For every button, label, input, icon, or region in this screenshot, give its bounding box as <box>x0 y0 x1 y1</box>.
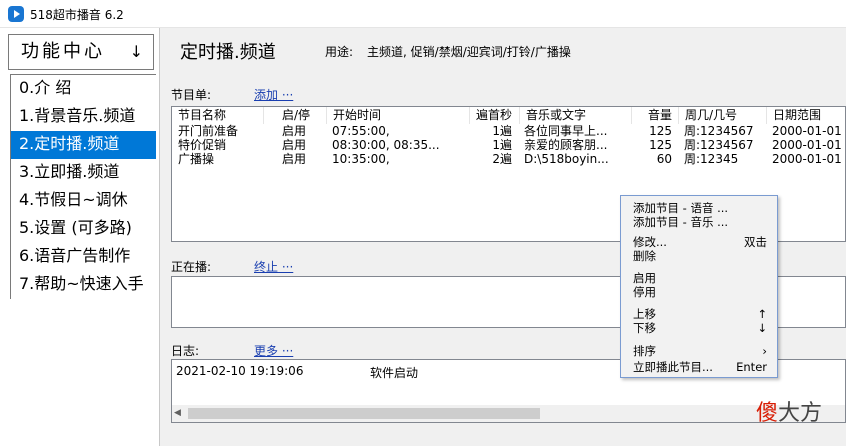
stop-link[interactable]: 终止 ··· <box>254 258 293 275</box>
column-header-name[interactable]: 节目名称 <box>172 107 264 124</box>
cell-repeat: 1遍 <box>492 124 512 138</box>
cell-days: 周:1234567 <box>684 124 754 138</box>
context-menu: 添加节目 - 语音 ... 添加节目 - 音乐 ... 修改... 双击 删除 … <box>620 195 778 378</box>
log-horizontal-scrollbar[interactable]: ◀ <box>172 405 845 422</box>
menu-add-music-program[interactable]: 添加节目 - 音乐 ... <box>633 215 728 229</box>
menu-item-help[interactable]: 7.帮助~快速入手 <box>11 271 156 299</box>
cell-name: 广播操 <box>178 152 215 166</box>
arrow-down-icon: ↓ <box>757 321 767 335</box>
arrow-up-icon: ↑ <box>757 307 767 321</box>
cell-content: 各位同事早上... <box>524 124 608 138</box>
title-bar: 518超市播音 6.2 <box>0 0 846 28</box>
usage-label: 用途: <box>325 45 354 59</box>
app-icon <box>8 6 24 22</box>
menu-delete[interactable]: 删除 <box>633 249 656 263</box>
table-row[interactable]: 特价促销 启用 08:30:00, 08:35... 1遍 亲爱的顾客朋... … <box>172 138 845 152</box>
cell-volume: 125 <box>649 138 672 152</box>
watermark-rest: 大方 <box>778 401 823 426</box>
menu-item-settings[interactable]: 5.设置 (可多路) <box>11 215 156 243</box>
window-title: 518超市播音 6.2 <box>30 8 124 22</box>
table-row[interactable]: 广播操 启用 10:35:00, 2遍 D:\518boyin... 60 周:… <box>172 152 845 166</box>
log-label: 日志: <box>171 344 200 358</box>
menu-sort[interactable]: 排序 <box>633 344 656 358</box>
menu-disable[interactable]: 停用 <box>633 285 656 299</box>
submenu-arrow-icon: › <box>762 344 767 358</box>
cell-days: 周:1234567 <box>684 138 754 152</box>
cell-start-time: 07:55:00, <box>332 124 390 138</box>
menu-add-voice-program[interactable]: 添加节目 - 语音 ... <box>633 201 728 215</box>
cell-start-time: 08:30:00, 08:35... <box>332 138 440 152</box>
cell-name: 开门前准备 <box>178 124 239 138</box>
program-list-label: 节目单: <box>171 88 212 102</box>
cell-content: 亲爱的顾客朋... <box>524 138 608 152</box>
menu-item-voice-ad[interactable]: 6.语音广告制作 <box>11 243 156 271</box>
log-entry-message: 软件启动 <box>370 366 419 380</box>
menu-item-background-music[interactable]: 1.背景音乐.频道 <box>11 103 156 131</box>
usage-line: 用途: 主频道, 促销/禁烟/迎宾词/打铃/广播操 <box>325 43 571 60</box>
column-header-status[interactable]: 启/停 <box>264 107 327 124</box>
cell-repeat: 2遍 <box>492 152 512 166</box>
scroll-left-icon[interactable]: ◀ <box>174 408 181 418</box>
cell-status: 启用 <box>282 152 307 166</box>
now-playing-label: 正在播: <box>171 260 212 274</box>
column-header-start-time[interactable]: 开始时间 <box>327 107 470 124</box>
menu-modify[interactable]: 修改... <box>633 235 667 249</box>
table-row[interactable]: 开门前准备 启用 07:55:00, 1遍 各位同事早上... 125 周:12… <box>172 124 845 138</box>
cell-date-range: 2000-01-01 <box>772 138 842 152</box>
cell-name: 特价促销 <box>178 138 227 152</box>
page-title: 定时播.频道 <box>180 42 276 63</box>
cell-days: 周:12345 <box>684 152 739 166</box>
function-center-header[interactable]: 功能中心 ↓ <box>8 34 154 70</box>
cell-status: 启用 <box>282 124 307 138</box>
menu-enable[interactable]: 启用 <box>633 271 656 285</box>
column-header-volume[interactable]: 音量 <box>632 107 679 124</box>
menu-play-now[interactable]: 立即播此节目... <box>633 360 713 374</box>
more-log-link[interactable]: 更多 ··· <box>254 342 293 359</box>
menu-item-instant-play[interactable]: 3.立即播.频道 <box>11 159 156 187</box>
watermark-first: 傻 <box>756 401 779 426</box>
menu-item-intro[interactable]: 0.介 绍 <box>11 75 156 103</box>
function-center-label: 功能中心 <box>21 41 105 62</box>
log-entry-time: 2021-02-10 19:19:06 <box>176 364 304 378</box>
cell-date-range: 2000-01-01 <box>772 124 842 138</box>
column-header-days[interactable]: 周几/几号 <box>679 107 767 124</box>
add-program-link[interactable]: 添加 ··· <box>254 86 293 103</box>
column-header-date-range[interactable]: 日期范围 <box>767 107 845 124</box>
cell-content: D:\518boyin... <box>524 152 609 166</box>
menu-move-up[interactable]: 上移 <box>633 307 656 321</box>
cell-volume: 60 <box>656 152 672 166</box>
menu-move-down[interactable]: 下移 <box>633 321 656 335</box>
cell-repeat: 1遍 <box>492 138 512 152</box>
scrollbar-thumb[interactable] <box>188 408 540 419</box>
cell-status: 启用 <box>282 138 307 152</box>
usage-text: 主频道, 促销/禁烟/迎宾词/打铃/广播操 <box>367 45 571 59</box>
cell-date-range: 2000-01-01 <box>772 152 842 166</box>
menu-item-holidays[interactable]: 4.节假日~调休 <box>11 187 156 215</box>
sidebar: 功能中心 ↓ 0.介 绍 1.背景音乐.频道 2.定时播.频道 3.立即播.频道… <box>0 28 160 446</box>
column-header-repeat[interactable]: 遍首秒 <box>470 107 520 124</box>
function-menu: 0.介 绍 1.背景音乐.频道 2.定时播.频道 3.立即播.频道 4.节假日~… <box>10 74 156 299</box>
menu-item-scheduled-play[interactable]: 2.定时播.频道 <box>11 131 156 159</box>
watermark: 傻大方 <box>756 395 822 427</box>
menu-play-now-shortcut: Enter <box>736 360 767 374</box>
arrow-down-icon: ↓ <box>129 42 143 61</box>
menu-modify-shortcut: 双击 <box>744 235 767 249</box>
cell-volume: 125 <box>649 124 672 138</box>
cell-start-time: 10:35:00, <box>332 152 390 166</box>
column-header-content[interactable]: 音乐或文字 <box>520 107 632 124</box>
program-list-header: 节目名称 启/停 开始时间 遍首秒 音乐或文字 音量 周几/几号 日期范围 <box>172 107 845 124</box>
